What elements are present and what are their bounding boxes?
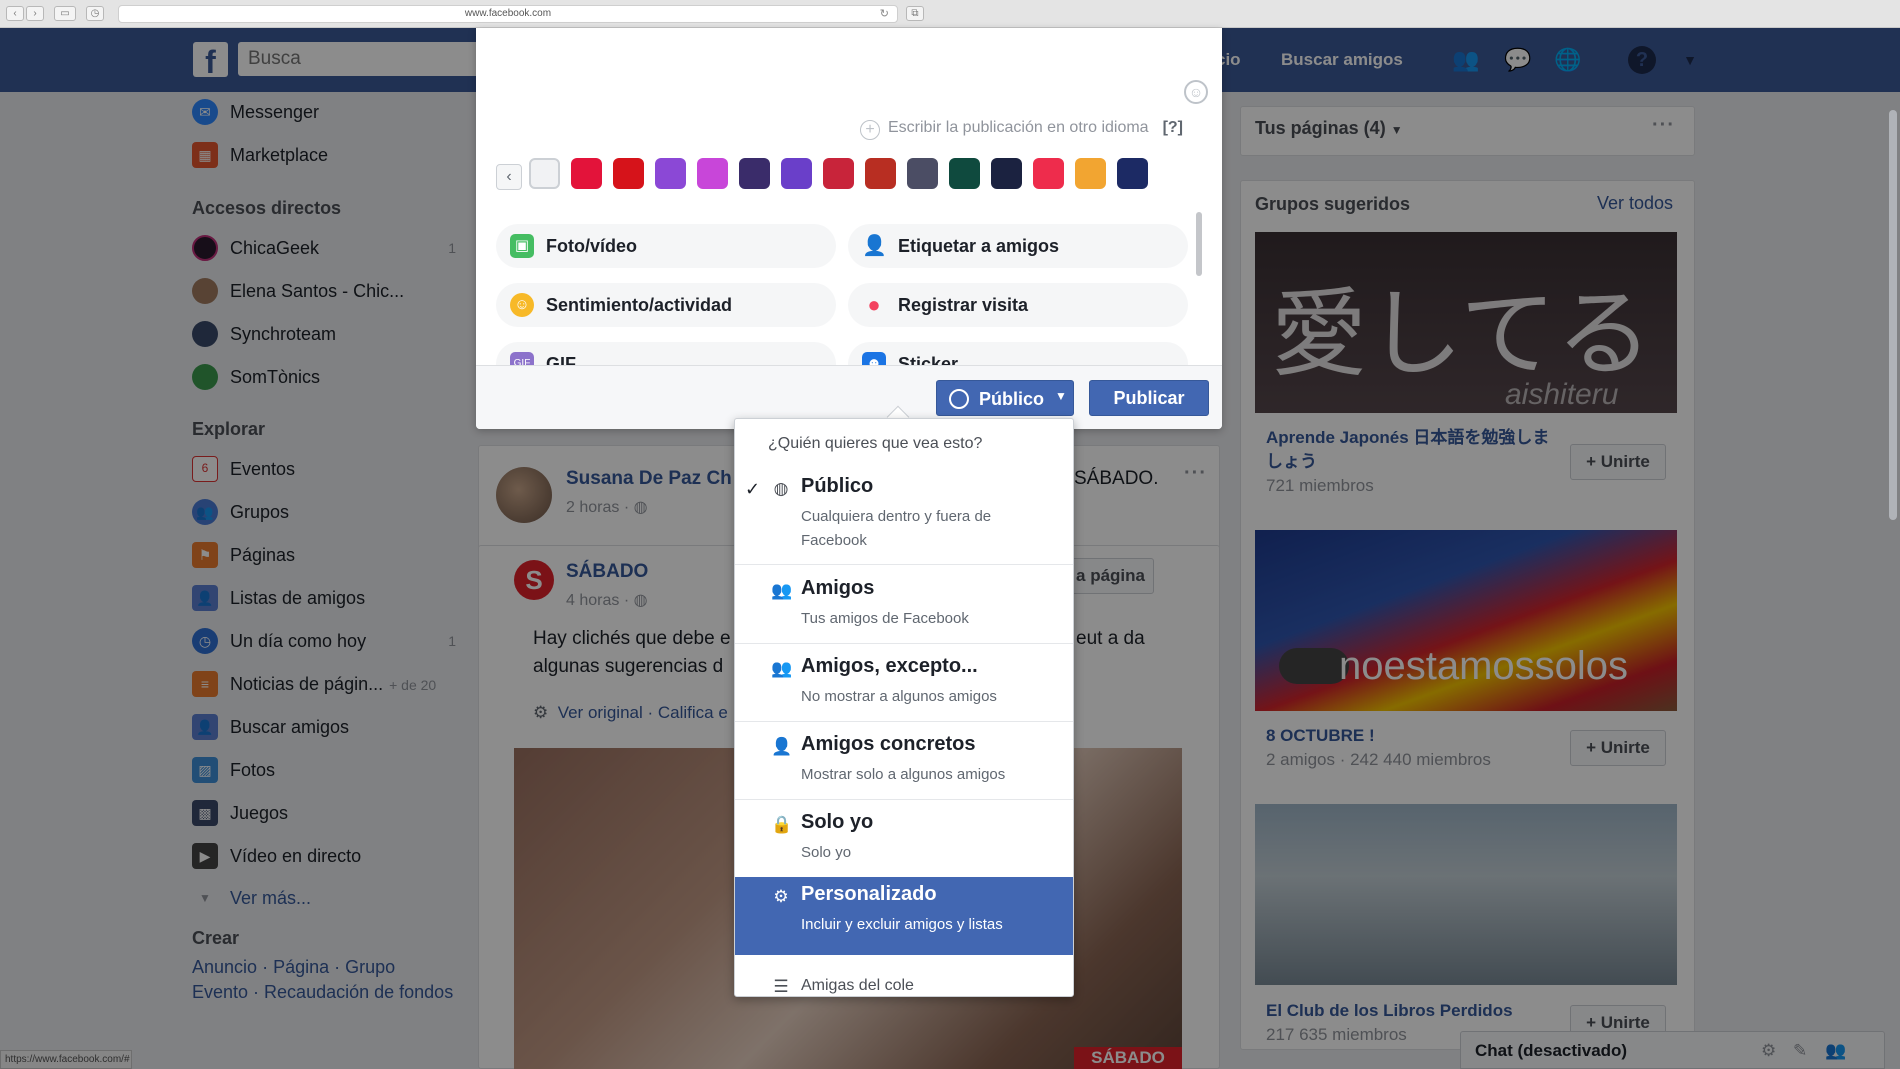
audience-option-solo-yo[interactable]: 🔒 Solo yo Solo yo <box>735 805 1073 877</box>
audience-selector-button[interactable]: Público ▼ <box>936 380 1074 416</box>
background-swatch[interactable] <box>613 158 644 189</box>
background-swatch[interactable] <box>1117 158 1148 189</box>
menu-separator <box>735 564 1073 565</box>
menu-separator <box>735 799 1073 800</box>
gear-icon: ⚙ <box>773 887 789 906</box>
back-icon[interactable]: ‹ <box>6 6 24 21</box>
post-composer: ☺ + Escribir la publicación en otro idiom… <box>476 28 1222 429</box>
background-swatch[interactable] <box>1075 158 1106 189</box>
forward-icon[interactable]: › <box>26 6 44 21</box>
check-in-button[interactable]: ● Registrar visita <box>848 283 1188 327</box>
audience-option-amigos[interactable]: 👥 Amigos Tus amigos de Facebook <box>735 571 1073 643</box>
emoji-icon[interactable]: ☺ <box>1184 80 1208 104</box>
location-pin-icon: ● <box>867 292 881 317</box>
audience-option-personalizado[interactable]: ⚙ Personalizado Incluir y excluir amigos… <box>735 877 1073 955</box>
audience-menu-heading: ¿Quién quieres que vea esto? <box>768 435 983 452</box>
feeling-activity-button[interactable]: ☺ Sentimiento/actividad <box>496 283 836 327</box>
lock-icon: 🔒 <box>771 815 793 834</box>
background-swatch[interactable] <box>823 158 854 189</box>
chevron-down-icon: ▼ <box>1055 389 1067 403</box>
plus-circle-icon: + <box>860 120 880 140</box>
address-bar[interactable]: www.facebook.com ↻ <box>118 5 898 23</box>
menu-separator <box>735 643 1073 644</box>
audience-option-amigos-concretos[interactable]: 👤 Amigos concretos Mostrar solo a alguno… <box>735 727 1073 799</box>
background-swatch[interactable] <box>739 158 770 189</box>
background-swatch[interactable] <box>949 158 980 189</box>
background-swatch[interactable] <box>907 158 938 189</box>
publish-button[interactable]: Publicar <box>1089 380 1209 416</box>
audience-menu: ¿Quién quieres que vea esto? ✓ ◍ Público… <box>734 418 1074 997</box>
background-swatch[interactable] <box>991 158 1022 189</box>
tabs-icon[interactable]: ⧉ <box>906 6 924 21</box>
globe-icon <box>949 389 969 409</box>
tag-friends-button[interactable]: 👤 Etiquetar a amigos <box>848 224 1188 268</box>
history-icon[interactable]: ◷ <box>86 6 104 21</box>
gif-button[interactable]: GIF GIF <box>496 342 836 365</box>
audience-option-publico[interactable]: ✓ ◍ Público Cualquiera dentro y fuera de… <box>735 469 1073 564</box>
other-language-row[interactable]: + Escribir la publicación en otro idioma[… <box>860 119 1183 140</box>
person-icon: 👤 <box>771 737 793 756</box>
friends-except-icon: 👥 <box>771 659 793 678</box>
reload-icon[interactable]: ↻ <box>880 6 889 22</box>
list-icon: ☰ <box>773 977 789 996</box>
audience-option-list-partial[interactable]: ☰ Amigas del cole <box>735 967 1073 996</box>
actions-scrollbar[interactable] <box>1196 212 1202 276</box>
swatch-back-icon[interactable]: ‹ <box>496 164 522 190</box>
background-swatch[interactable] <box>865 158 896 189</box>
actions-row-partial: GIF GIF ☻ Sticker <box>496 342 1196 365</box>
audience-option-amigos-excepto[interactable]: 👥 Amigos, excepto... No mostrar a alguno… <box>735 649 1073 721</box>
photo-video-button[interactable]: ▣ Foto/vídeo <box>496 224 836 268</box>
page-scrollbar[interactable] <box>1889 110 1897 520</box>
feeling-icon: ☺ <box>510 293 534 317</box>
background-swatch[interactable] <box>1033 158 1064 189</box>
gif-icon: GIF <box>510 352 534 365</box>
background-swatch[interactable] <box>571 158 602 189</box>
help-link[interactable]: [?] <box>1163 119 1183 136</box>
url-text: www.facebook.com <box>464 8 552 19</box>
sidebar-toggle-icon[interactable]: ▭ <box>54 6 76 21</box>
checkmark-icon: ✓ <box>745 479 761 499</box>
background-swatch[interactable] <box>655 158 686 189</box>
background-swatch[interactable] <box>781 158 812 189</box>
menu-separator <box>735 721 1073 722</box>
sticker-icon: ☻ <box>862 352 886 365</box>
sticker-button[interactable]: ☻ Sticker <box>848 342 1188 365</box>
friends-icon: 👥 <box>771 581 793 600</box>
background-swatch[interactable] <box>697 158 728 189</box>
globe-icon: ◍ <box>773 479 789 498</box>
browser-toolbar: ‹ › ▭ ◷ www.facebook.com ↻ ⧉ <box>0 0 1900 28</box>
photo-icon: ▣ <box>510 234 534 258</box>
tag-friends-icon: 👤 <box>862 235 887 257</box>
background-swatch[interactable] <box>529 158 560 189</box>
